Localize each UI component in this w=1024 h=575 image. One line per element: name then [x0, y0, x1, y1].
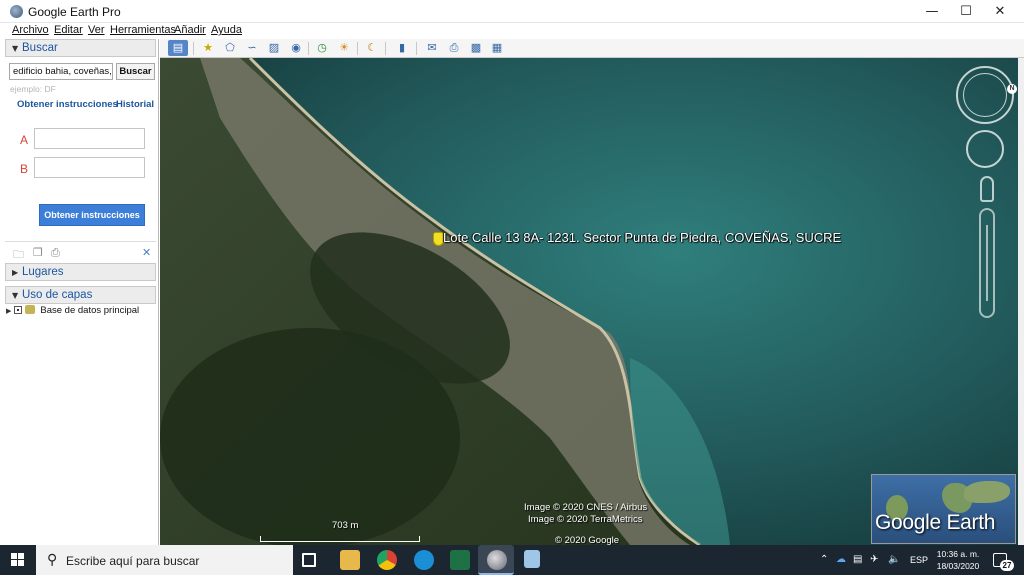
scale-label: 703 m — [332, 520, 359, 531]
database-icon — [25, 305, 36, 314]
point-b-input[interactable] — [34, 157, 145, 178]
places-section-header[interactable]: ▶ Lugares — [5, 263, 156, 281]
satellite-imagery — [160, 58, 1018, 545]
directions-box: A B Obtener instrucciones — [10, 116, 156, 228]
clear-icon[interactable]: ✕ — [142, 246, 151, 259]
overview-map[interactable]: Google Earth — [871, 474, 1016, 544]
layers-section-header[interactable]: ▼ Uso de capas — [5, 286, 156, 304]
add-polygon-icon[interactable]: ⬠ — [220, 40, 240, 56]
excel-icon[interactable] — [450, 550, 470, 570]
search-icon: ⚲ — [47, 552, 58, 568]
file-explorer-icon[interactable] — [340, 550, 360, 570]
windows-taskbar: ⚲ Escribe aquí para buscar ⌃ ☁ ▤ ✈ 🔈 ESP… — [0, 545, 1024, 575]
app-icon[interactable] — [524, 550, 540, 568]
menu-ayuda[interactable]: Ayuda — [211, 24, 242, 36]
point-b-label: B — [20, 162, 29, 176]
onedrive-icon[interactable]: ☁ — [836, 554, 846, 565]
toolbar: ▤ ★ ⬠ ∽ ▨ ◉ ◷ ☀ ☾ ▮ ✉ ⎙ ▩ ▦ — [160, 39, 1024, 58]
placemark-label[interactable]: Lote Calle 13 8A- 1231. Sector Punta de … — [443, 230, 841, 245]
airplane-icon[interactable]: ✈ — [870, 554, 878, 565]
menu-archivo[interactable]: Archivo — [12, 24, 49, 36]
expand-arrow-icon[interactable]: ▶ — [6, 307, 11, 315]
system-clock[interactable]: 10:36 a. m. 18/03/2020 — [930, 548, 986, 572]
chevron-up-icon[interactable]: ⌃ — [820, 554, 828, 565]
menu-editar[interactable]: Editar — [54, 24, 83, 36]
print-icon[interactable]: ⎙ — [444, 40, 464, 56]
layer-checkbox[interactable] — [14, 306, 23, 314]
task-view-icon[interactable] — [302, 553, 316, 567]
layer-item-primary-database[interactable]: ▶ Base de datos principal — [6, 305, 139, 316]
close-button[interactable]: ✕ — [983, 0, 1017, 23]
google-earth-app-icon — [10, 5, 23, 18]
map-view[interactable]: Lote Calle 13 8A- 1231. Sector Punta de … — [160, 58, 1018, 545]
language-indicator[interactable]: ESP — [910, 555, 928, 565]
print-icon[interactable]: ⎙ — [51, 246, 60, 260]
chrome-icon[interactable] — [377, 550, 397, 570]
collapse-triangle-icon: ▼ — [12, 44, 19, 53]
search-header-label: Buscar — [22, 42, 58, 54]
add-path-icon[interactable]: ∽ — [242, 40, 262, 56]
search-section-header[interactable]: ▼ Buscar — [5, 39, 156, 57]
windows-start-icon[interactable] — [0, 545, 36, 575]
search-button[interactable]: Buscar — [116, 63, 155, 80]
search-input[interactable]: edificio bahia, coveñas, sucre — [9, 63, 113, 80]
point-a-label: A — [20, 133, 29, 147]
email-icon[interactable]: ✉ — [422, 40, 442, 56]
scale-bar — [260, 536, 420, 542]
volume-icon[interactable]: 🔈 — [888, 554, 900, 565]
save-image-icon[interactable]: ▩ — [466, 40, 486, 56]
menu-anadir[interactable]: Añadir — [174, 24, 206, 36]
google-earth-logo: Google Earth — [875, 511, 996, 534]
window-title: Google Earth Pro — [28, 5, 121, 19]
google-earth-taskbar-icon — [487, 550, 507, 570]
record-tour-icon[interactable]: ◉ — [286, 40, 306, 56]
move-control-ring[interactable] — [966, 130, 1004, 168]
taskbar-search-box[interactable]: ⚲ Escribe aquí para buscar — [36, 545, 293, 575]
sunlight-icon[interactable]: ☀ — [334, 40, 354, 56]
google-copyright: © 2020 Google — [555, 535, 620, 545]
network-icon[interactable]: ▤ — [853, 554, 862, 565]
clock-time: 10:36 a. m. — [936, 549, 980, 559]
edge-icon[interactable] — [414, 550, 434, 570]
search-actions-bar: 🗀 ❐ ⎙ ✕ — [5, 241, 156, 261]
search-hint: ejemplo: DF — [10, 84, 56, 94]
imagery-copyright-2: Image © 2020 TerraMetrics — [528, 514, 643, 525]
window-right-edge — [1018, 58, 1024, 545]
look-control-inner[interactable] — [963, 73, 1007, 117]
add-placemark-icon[interactable]: ★ — [198, 40, 218, 56]
layer-label: Base de datos principal — [40, 305, 140, 316]
planets-icon[interactable]: ☾ — [362, 40, 382, 56]
zoom-slider[interactable] — [979, 208, 995, 318]
imagery-copyright-1: Image © 2020 CNES / Airbus — [524, 502, 648, 513]
expand-triangle-icon: ▶ — [12, 268, 19, 277]
layers-header-label: Uso de capas — [22, 289, 93, 301]
minimize-button[interactable]: — — [915, 0, 949, 23]
compass-north-icon[interactable]: N — [1007, 84, 1017, 94]
notification-count-badge: 27 — [1000, 560, 1014, 571]
title-bar: Google Earth Pro — ☐ ✕ — [0, 0, 1024, 23]
taskbar-search-placeholder: Escribe aquí para buscar — [66, 554, 200, 568]
add-overlay-icon[interactable]: ▨ — [264, 40, 284, 56]
menu-ver[interactable]: Ver — [88, 24, 105, 36]
maximize-button[interactable]: ☐ — [949, 0, 983, 23]
collapse-triangle-icon: ▼ — [12, 291, 19, 300]
point-a-input[interactable] — [34, 128, 145, 149]
menu-herramientas[interactable]: Herramientas — [110, 24, 176, 36]
menu-bar: Archivo Editar Ver Herramientas Añadir A… — [0, 23, 1024, 39]
ruler-icon[interactable]: ▮ — [392, 40, 412, 56]
clock-date: 18/03/2020 — [936, 561, 980, 571]
historical-imagery-icon[interactable]: ◷ — [312, 40, 332, 56]
street-view-pegman-icon[interactable] — [980, 176, 994, 202]
places-header-label: Lugares — [22, 266, 64, 278]
directions-link[interactable]: Obtener instrucciones — [17, 99, 118, 110]
get-directions-button[interactable]: Obtener instrucciones — [39, 204, 145, 226]
history-link[interactable]: Historial — [116, 99, 154, 110]
copy-icon[interactable]: ❐ — [33, 246, 43, 259]
view-in-maps-icon[interactable]: ▦ — [487, 40, 507, 56]
side-panel: ▼Buscar edificio bahia, coveñas, sucre B… — [0, 39, 159, 545]
sidebar-toggle-icon[interactable]: ▤ — [168, 40, 188, 56]
